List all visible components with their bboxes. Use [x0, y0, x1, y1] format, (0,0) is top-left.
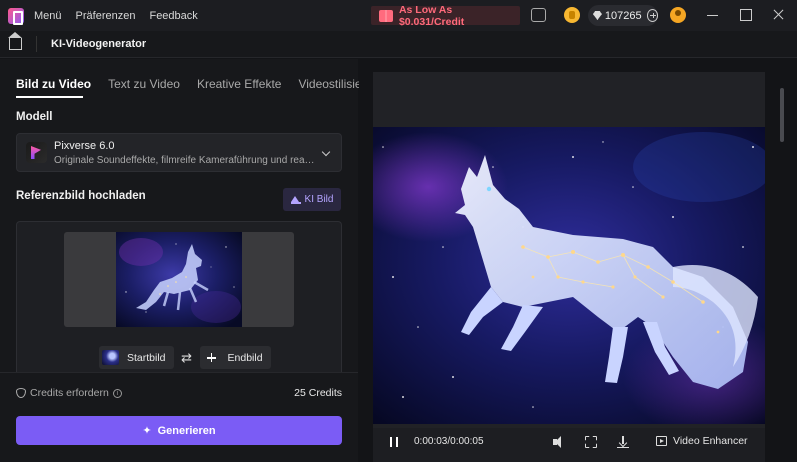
minimize-button[interactable] [706, 8, 720, 22]
mode-tabs: Bild zu Video Text zu Video Kreative Eff… [16, 77, 386, 91]
app-logo-icon [8, 7, 24, 25]
shield-icon [16, 388, 26, 398]
pixverse-logo-icon [26, 142, 47, 163]
end-frame-button[interactable]: Endbild [199, 346, 271, 369]
upload-section-label: Referenzbild hochladen [16, 190, 146, 202]
active-tab-indicator [16, 96, 83, 98]
ai-image-label: KI Bild [304, 194, 334, 205]
menu-button[interactable]: Menü [34, 10, 62, 22]
ai-image-button[interactable]: KI Bild [283, 188, 341, 211]
model-section-label: Modell [16, 111, 53, 123]
maximize-button[interactable] [739, 8, 753, 22]
generate-button[interactable]: ✦ Generieren [16, 416, 342, 445]
start-frame-label: Startbild [127, 351, 166, 364]
chevron-down-icon [321, 147, 331, 157]
sparkle-icon: ✦ [142, 425, 152, 437]
generate-label: Generieren [157, 424, 216, 437]
home-icon[interactable] [8, 32, 22, 50]
left-panel: Bild zu Video Text zu Video Kreative Eff… [0, 59, 386, 462]
start-frame-button[interactable]: Startbild [99, 346, 174, 369]
credit-balance[interactable]: 107265 [588, 5, 658, 26]
avatar[interactable] [670, 7, 686, 23]
preview-panel: 0:00:03/0:00:05 Video Enhancer [359, 59, 797, 462]
model-description: Originale Soundeffekte, filmreife Kamera… [54, 155, 316, 166]
player-controls: 0:00:03/0:00:05 Video Enhancer [373, 428, 765, 462]
model-name: Pixverse 6.0 [54, 140, 115, 152]
feedback-menu[interactable]: Feedback [149, 10, 197, 22]
volume-icon[interactable] [553, 436, 565, 448]
close-button[interactable] [772, 8, 786, 22]
info-icon[interactable]: i [112, 388, 122, 398]
coin-icon[interactable] [564, 7, 580, 23]
credit-balance-value: 107265 [604, 9, 642, 22]
end-frame-label: Endbild [227, 351, 263, 364]
page-title: KI-Videogenerator [51, 38, 147, 50]
model-select[interactable]: Pixverse 6.0 Originale Soundeffekte, fil… [16, 133, 342, 172]
start-frame-thumbnail [102, 350, 119, 365]
divider [36, 36, 37, 52]
video-enhancer-button[interactable]: Video Enhancer [656, 435, 748, 447]
video-frame [373, 127, 765, 424]
promo-text: As Low As $0.031/Credit [398, 3, 465, 28]
swap-icon[interactable]: ⇄ [180, 350, 194, 366]
frame-selector: Startbild ⇄ Endbild [99, 346, 271, 369]
reference-image-preview [116, 232, 242, 327]
playback-time: 0:00:03/0:00:05 [414, 436, 484, 447]
feedback-icon[interactable] [531, 8, 546, 22]
plus-icon [203, 350, 220, 365]
download-icon[interactable] [617, 436, 629, 448]
plus-icon[interactable] [646, 9, 658, 22]
sub-header: KI-Videogenerator [0, 31, 797, 58]
video-player[interactable] [373, 72, 765, 462]
credits-required-value: 25 Credits [294, 387, 342, 399]
promo-banner[interactable]: As Low As $0.031/Credit [371, 3, 520, 28]
preferences-menu[interactable]: Präferenzen [76, 10, 136, 22]
image-icon [290, 195, 301, 204]
diamond-icon [593, 11, 602, 20]
video-enhancer-label: Video Enhancer [673, 435, 748, 447]
tab-text-to-video[interactable]: Text zu Video [108, 77, 180, 91]
enhancer-icon [656, 436, 667, 446]
title-bar: Menü Präferenzen Feedback As Low As $0.0… [0, 0, 797, 31]
credits-required-label: Credits erfordern [30, 387, 109, 399]
pause-icon[interactable] [390, 437, 398, 447]
divider [0, 372, 358, 373]
credits-row: Credits erfordern i 25 Credits [16, 387, 342, 399]
upload-area[interactable]: Startbild ⇄ Endbild [16, 221, 342, 372]
tab-creative-effects[interactable]: Kreative Effekte [197, 77, 282, 91]
scrollbar[interactable] [780, 88, 784, 142]
gift-icon [379, 9, 393, 22]
tab-image-to-video[interactable]: Bild zu Video [16, 77, 91, 91]
fullscreen-icon[interactable] [585, 436, 597, 448]
preview-frame [64, 232, 294, 327]
